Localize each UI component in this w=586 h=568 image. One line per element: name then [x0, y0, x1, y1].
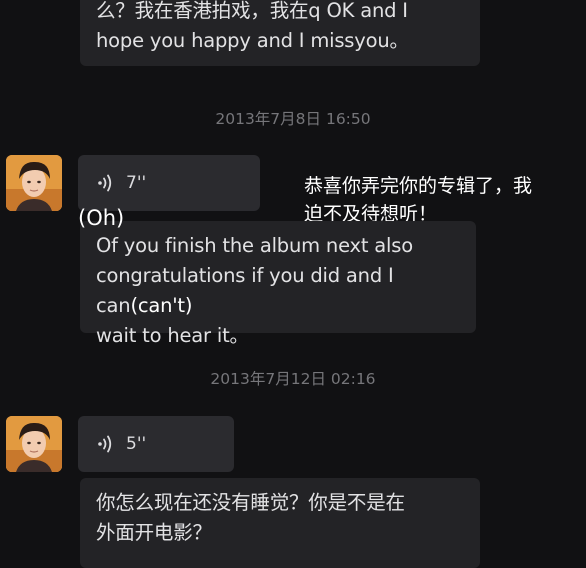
voice-duration: 5''	[126, 434, 147, 454]
voice-duration: 7''	[126, 173, 147, 193]
timestamp: 2013年7月8日 16:50	[215, 110, 371, 128]
message-bubble-top[interactable]: 么？我在香港拍戏，我在q OK and I hope you happy and…	[80, 0, 480, 66]
message-bubble[interactable]: Of you finish the album next also congra…	[80, 221, 476, 347]
subtitle-chinese: 恭喜你弄完你的专辑了，我 迫不及待想听！	[304, 175, 533, 225]
message-text: 么？我在香港拍戏，我在q OK and I hope you happy and…	[96, 0, 409, 52]
contact-avatar[interactable]	[6, 416, 62, 472]
voice-wave-icon	[98, 174, 112, 192]
avatar-image	[6, 155, 62, 211]
subtitle-note-cant: (can't)	[130, 294, 193, 317]
message-text: 你怎么现在还没有睡觉？你是不是在 外面开电影？	[96, 491, 405, 544]
message-text-tail: wait to hear it。	[96, 324, 249, 347]
subtitle-note-oh: (Oh)	[78, 206, 125, 230]
voice-message[interactable]: 7''	[78, 155, 260, 211]
message-text: Of you finish the album next also congra…	[96, 231, 476, 351]
contact-avatar[interactable]	[6, 155, 62, 211]
voice-wave-icon	[98, 435, 112, 453]
message-bubble[interactable]: 你怎么现在还没有睡觉？你是不是在 外面开电影？	[80, 478, 480, 568]
voice-message[interactable]: 5''	[78, 416, 234, 472]
avatar-image	[6, 416, 62, 472]
timestamp: 2013年7月12日 02:16	[210, 370, 376, 388]
